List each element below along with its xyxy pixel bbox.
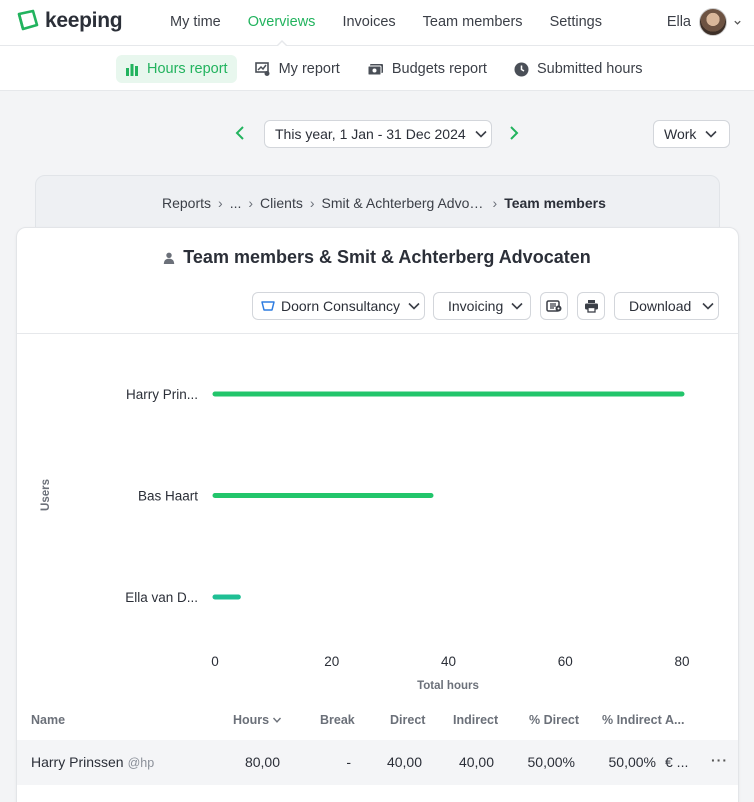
user-menu[interactable]: Ella — [667, 8, 742, 36]
y-axis-label: Users — [40, 479, 52, 511]
chevron-down-icon — [704, 127, 718, 141]
printer-icon — [584, 299, 599, 313]
top-navigation-bar: keeping My time Overviews Invoices Team … — [0, 0, 754, 48]
tab-hours-report[interactable]: Hours report — [116, 55, 237, 83]
customer-filter-value: Doorn Consultancy — [281, 298, 401, 314]
invoicing-filter-value: Invoicing — [448, 298, 504, 314]
y-tick-label: Bas Haart — [138, 489, 198, 504]
breadcrumb-current: Team members — [504, 195, 606, 211]
x-tick-label: 20 — [324, 654, 339, 669]
tab-label: Hours report — [147, 61, 228, 77]
person-icon — [163, 252, 175, 264]
table-header: Name Hours Break Direct Indirect % Direc… — [17, 705, 738, 735]
breadcrumb-client[interactable]: Smit & Achterberg Advocaten — [322, 195, 486, 211]
user-name: Ella — [666, 14, 691, 30]
x-axis-label: Total hours — [417, 680, 479, 692]
my-report-icon — [254, 61, 271, 77]
row-more-actions-icon[interactable]: ··· — [711, 752, 728, 768]
report-subnavigation: Hours report My report Budgets report Su… — [0, 46, 754, 91]
main-navigation: My time Overviews Invoices Team members … — [170, 0, 629, 48]
row-amount: € ... — [665, 754, 689, 770]
work-type-value: Work — [664, 126, 697, 142]
report-title-text: Team members & Smit & Achterberg Advocat… — [183, 247, 591, 267]
chevron-down-icon — [733, 18, 742, 27]
column-header-pct-indirect[interactable]: % Indirect — [602, 713, 662, 727]
row-break: - — [346, 754, 351, 770]
column-header-hours[interactable]: Hours — [233, 713, 282, 727]
column-header-direct[interactable]: Direct — [390, 713, 425, 727]
tab-label: My report — [278, 61, 340, 77]
keeping-logo[interactable]: keeping — [16, 9, 123, 33]
keeping-logo-text: keeping — [45, 9, 123, 32]
row-pct-indirect: 50,00% — [608, 754, 656, 770]
column-settings-icon — [546, 299, 562, 313]
column-header-indirect[interactable]: Indirect — [453, 713, 498, 727]
tab-label: Submitted hours — [536, 61, 643, 77]
invoicing-filter-select[interactable]: Invoicing — [433, 292, 531, 320]
nav-team-members[interactable]: Team members — [423, 0, 523, 46]
y-tick-label: Harry Prin... — [126, 387, 198, 402]
banknote-icon — [367, 63, 384, 76]
report-title: Team members & Smit & Achterberg Advocat… — [0, 247, 754, 268]
date-range-value: This year, 1 Jan - 31 Dec 2024 — [275, 126, 466, 142]
row-pct-direct: 50,00% — [527, 754, 575, 770]
chevron-right-icon: › — [492, 195, 498, 211]
chevron-right-icon: › — [248, 195, 254, 211]
x-tick-label: 80 — [674, 654, 689, 669]
download-select[interactable]: Download — [614, 292, 719, 320]
y-tick-label: Ella van D... — [125, 590, 198, 605]
download-label: Download — [629, 298, 692, 314]
keeping-logo-icon — [16, 9, 40, 33]
column-header-pct-direct[interactable]: % Direct — [529, 713, 579, 727]
column-settings-button[interactable] — [540, 292, 568, 320]
date-range-select[interactable]: This year, 1 Jan - 31 Dec 2024 — [264, 120, 492, 148]
tab-submitted-hours[interactable]: Submitted hours — [505, 55, 652, 83]
row-name-cell: Harry Prinssen @hp — [31, 754, 154, 770]
tab-my-report[interactable]: My report — [246, 55, 349, 83]
nav-settings[interactable]: Settings — [550, 0, 602, 46]
avatar — [699, 8, 727, 36]
x-tick-label: 60 — [558, 654, 573, 669]
row-user-handle: @hp — [127, 756, 155, 770]
bar-chart-icon — [125, 62, 139, 76]
previous-period-chevron-left-icon[interactable] — [233, 124, 247, 142]
column-header-name[interactable]: Name — [31, 713, 65, 727]
nav-my-time[interactable]: My time — [170, 0, 221, 46]
column-header-hours-label: Hours — [233, 713, 270, 727]
nav-invoices[interactable]: Invoices — [342, 0, 395, 46]
tab-budgets-report[interactable]: Budgets report — [358, 55, 496, 83]
breadcrumb-ellipsis[interactable]: ... — [230, 195, 242, 211]
breadcrumb: Reports › ... › Clients › Smit & Achterb… — [162, 195, 606, 211]
row-hours: 80,00 — [244, 754, 280, 770]
total-hours-bar-chart: Harry Prin... Bas Haart Ella van D... 0 20 40… — [40, 387, 690, 692]
clock-icon — [514, 62, 529, 77]
customer-icon — [261, 300, 275, 312]
chevron-down-icon — [407, 299, 421, 313]
next-period-chevron-right-icon[interactable] — [507, 124, 521, 142]
work-type-select[interactable]: Work — [653, 120, 730, 148]
chevron-right-icon: › — [218, 195, 223, 211]
tab-label: Budgets report — [391, 61, 487, 77]
breadcrumb-clients[interactable]: Clients — [260, 195, 303, 211]
sort-descending-chevron-icon — [272, 715, 282, 725]
breadcrumb-reports[interactable]: Reports — [162, 195, 211, 211]
chevron-down-icon — [701, 299, 715, 313]
customer-filter-select[interactable]: Doorn Consultancy — [252, 292, 425, 320]
print-button[interactable] — [577, 292, 605, 320]
x-tick-label: 0 — [211, 654, 219, 669]
x-tick-label: 40 — [441, 654, 456, 669]
table-row[interactable]: Harry Prinssen @hp 80,00 - 40,00 40,00 50… — [17, 740, 738, 785]
chevron-right-icon: › — [309, 195, 315, 211]
chevron-down-icon — [510, 299, 524, 313]
column-header-amount[interactable]: A... — [665, 713, 684, 727]
row-user-name[interactable]: Harry Prinssen — [31, 754, 124, 770]
row-indirect: 40,00 — [458, 754, 494, 770]
column-header-break[interactable]: Break — [320, 713, 355, 727]
chevron-down-icon — [474, 127, 488, 141]
row-direct: 40,00 — [386, 754, 422, 770]
nav-overviews[interactable]: Overviews — [248, 0, 315, 48]
